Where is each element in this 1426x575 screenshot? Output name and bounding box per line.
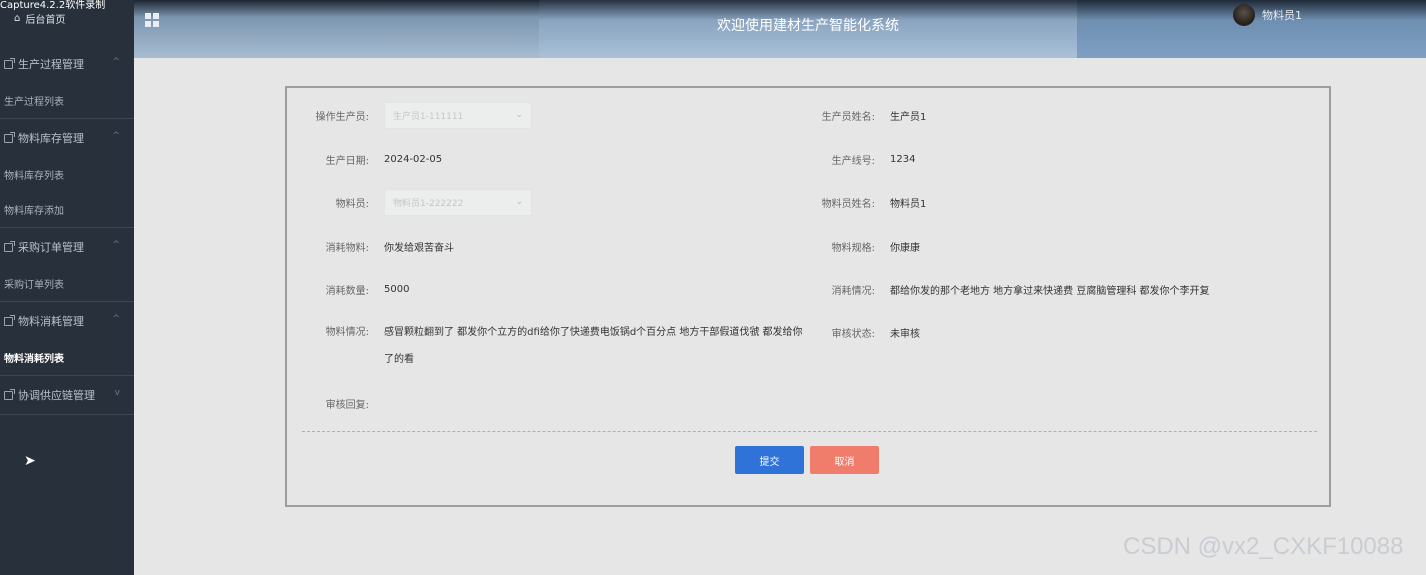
form-row-material-spec: 物料规格: 你康康 bbox=[787, 233, 920, 260]
external-link-icon bbox=[4, 131, 15, 143]
material-staff-name-label: 物料员姓名: bbox=[821, 199, 875, 210]
home-link[interactable]: ⌂ 后台首页 bbox=[14, 11, 65, 26]
sidebar-item-consumption-list[interactable]: 物料消耗列表 bbox=[0, 340, 134, 375]
chevron-up-icon: ^ bbox=[112, 240, 120, 250]
sidebar-item-inventory-add[interactable]: 物料库存添加 bbox=[0, 192, 134, 227]
operator-label: 操作生产员: bbox=[315, 112, 369, 123]
menu-group-production: 生产过程管理 ^ 生产过程列表 bbox=[0, 45, 134, 119]
form-row-review-reply: 审核回复: bbox=[287, 390, 384, 417]
form-row-line-no: 生产线号: 1234 bbox=[787, 146, 916, 173]
form-divider bbox=[302, 431, 1317, 432]
form-row-production-date: 生产日期: 2024-02-05 bbox=[287, 146, 443, 173]
consumed-qty-label: 消耗数量: bbox=[325, 286, 369, 297]
form-row-review-status: 审核状态: 未审核 bbox=[787, 319, 920, 346]
form-row-consumed-qty: 消耗数量: 5000 bbox=[287, 276, 410, 303]
production-date-value: 2024-02-05 bbox=[384, 154, 443, 165]
group-title: 采购订单管理 bbox=[18, 241, 84, 254]
review-reply-label: 审核回复: bbox=[325, 400, 369, 411]
form-row-material-staff: 物料员: 物料员1-222222 ⌄ bbox=[287, 189, 532, 216]
form-row-consumed-material: 消耗物料: 你发给艰苦奋斗 bbox=[287, 233, 454, 260]
external-link-icon bbox=[4, 57, 15, 69]
group-head-inventory[interactable]: 物料库存管理 ^ bbox=[0, 119, 134, 157]
group-title: 生产过程管理 bbox=[18, 58, 84, 71]
chevron-up-icon: ^ bbox=[112, 131, 120, 141]
chevron-down-icon: ⌄ bbox=[515, 197, 523, 207]
group-title: 物料消耗管理 bbox=[18, 315, 84, 328]
group-title: 协调供应链管理 bbox=[18, 389, 95, 402]
group-head-purchase[interactable]: 采购订单管理 ^ bbox=[0, 228, 134, 266]
form-row-producer-name: 生产员姓名: 生产员1 bbox=[787, 102, 927, 129]
review-status-label: 审核状态: bbox=[831, 329, 875, 340]
menu-group-purchase: 采购订单管理 ^ 采购订单列表 bbox=[0, 228, 134, 302]
material-status-label: 物料情况: bbox=[325, 327, 369, 338]
material-staff-select[interactable]: 物料员1-222222 ⌄ bbox=[384, 189, 532, 216]
material-status-value: 感冒颗粒翻到了 都发你个立方的dfi给你了快递费电饭锅d个百分点 地方干部假道伐… bbox=[384, 327, 803, 365]
consumed-qty-value: 5000 bbox=[384, 284, 410, 295]
mouse-cursor-icon: ➤ bbox=[24, 453, 36, 469]
sidebar-item-purchase-list[interactable]: 采购订单列表 bbox=[0, 266, 134, 301]
material-staff-label: 物料员: bbox=[335, 199, 369, 210]
avatar bbox=[1233, 4, 1255, 26]
menu-group-supply-chain: 协调供应链管理 v bbox=[0, 376, 134, 415]
sidebar-item-production-list[interactable]: 生产过程列表 bbox=[0, 83, 134, 118]
menu-grid-icon[interactable] bbox=[145, 13, 159, 27]
user-menu[interactable]: 物料员1 bbox=[1233, 4, 1302, 26]
operator-value: 生产员1-111111 bbox=[393, 112, 464, 122]
chevron-up-icon: ^ bbox=[112, 57, 120, 67]
line-no-value: 1234 bbox=[890, 154, 916, 165]
consumed-material-value: 你发给艰苦奋斗 bbox=[384, 243, 454, 254]
page-title: 欢迎使用建材生产智能化系统 bbox=[717, 18, 899, 34]
form-row-material-status: 物料情况: 感冒颗粒翻到了 都发你个立方的dfi给你了快递费电饭锅d个百分点 地… bbox=[287, 319, 804, 373]
home-icon: ⌂ bbox=[14, 13, 21, 24]
operator-select[interactable]: 生产员1-111111 ⌄ bbox=[384, 102, 532, 129]
user-name: 物料员1 bbox=[1262, 9, 1302, 22]
form-row-operator: 操作生产员: 生产员1-111111 ⌄ bbox=[287, 102, 532, 129]
material-spec-value: 你康康 bbox=[890, 243, 920, 254]
group-head-consumption[interactable]: 物料消耗管理 ^ bbox=[0, 302, 134, 340]
group-head-production[interactable]: 生产过程管理 ^ bbox=[0, 45, 134, 83]
chevron-down-icon: ⌄ bbox=[515, 110, 523, 120]
chevron-up-icon: ^ bbox=[112, 314, 120, 324]
consumed-material-label: 消耗物料: bbox=[325, 243, 369, 254]
sidebar-item-inventory-list[interactable]: 物料库存列表 bbox=[0, 157, 134, 192]
material-staff-name-value: 物料员1 bbox=[890, 199, 927, 210]
material-staff-value: 物料员1-222222 bbox=[393, 199, 464, 209]
material-spec-label: 物料规格: bbox=[831, 243, 875, 254]
form-row-material-staff-name: 物料员姓名: 物料员1 bbox=[787, 189, 927, 216]
sidebar: Capture4.2.2软件录制 ⌂ 后台首页 生产过程管理 ^ 生产过程列表 … bbox=[0, 0, 134, 575]
watermark: CSDN @vx2_CXKF10088 bbox=[1123, 533, 1404, 560]
group-head-supply-chain[interactable]: 协调供应链管理 v bbox=[0, 376, 134, 414]
producer-name-value: 生产员1 bbox=[890, 112, 927, 123]
menu-group-consumption: 物料消耗管理 ^ 物料消耗列表 bbox=[0, 302, 134, 376]
top-header: 欢迎使用建材生产智能化系统 物料员1 bbox=[134, 0, 1426, 58]
home-label: 后台首页 bbox=[25, 15, 66, 26]
menu-group-inventory: 物料库存管理 ^ 物料库存列表 物料库存添加 bbox=[0, 119, 134, 228]
submit-button[interactable]: 提交 bbox=[735, 446, 804, 474]
line-no-label: 生产线号: bbox=[831, 156, 875, 167]
capture-label: Capture4.2.2软件录制 bbox=[0, 0, 106, 11]
external-link-icon bbox=[4, 314, 15, 326]
producer-name-label: 生产员姓名: bbox=[821, 112, 875, 123]
cancel-button[interactable]: 取消 bbox=[810, 446, 879, 474]
group-title: 物料库存管理 bbox=[18, 132, 84, 145]
consumption-status-value: 都给你发的那个老地方 地方拿过来快递费 豆腐脑管理科 都发你个李开复 bbox=[890, 286, 1210, 297]
external-link-icon bbox=[4, 240, 15, 252]
detail-form-panel: 操作生产员: 生产员1-111111 ⌄ 生产员姓名: 生产员1 生产日期: 2… bbox=[285, 86, 1331, 507]
external-link-icon bbox=[4, 388, 15, 400]
review-status-value: 未审核 bbox=[890, 329, 920, 340]
chevron-down-icon: v bbox=[114, 388, 120, 398]
consumption-status-label: 消耗情况: bbox=[831, 286, 875, 297]
production-date-label: 生产日期: bbox=[325, 156, 369, 167]
form-row-consumption-status: 消耗情况: 都给你发的那个老地方 地方拿过来快递费 豆腐脑管理科 都发你个李开复 bbox=[787, 276, 1210, 303]
